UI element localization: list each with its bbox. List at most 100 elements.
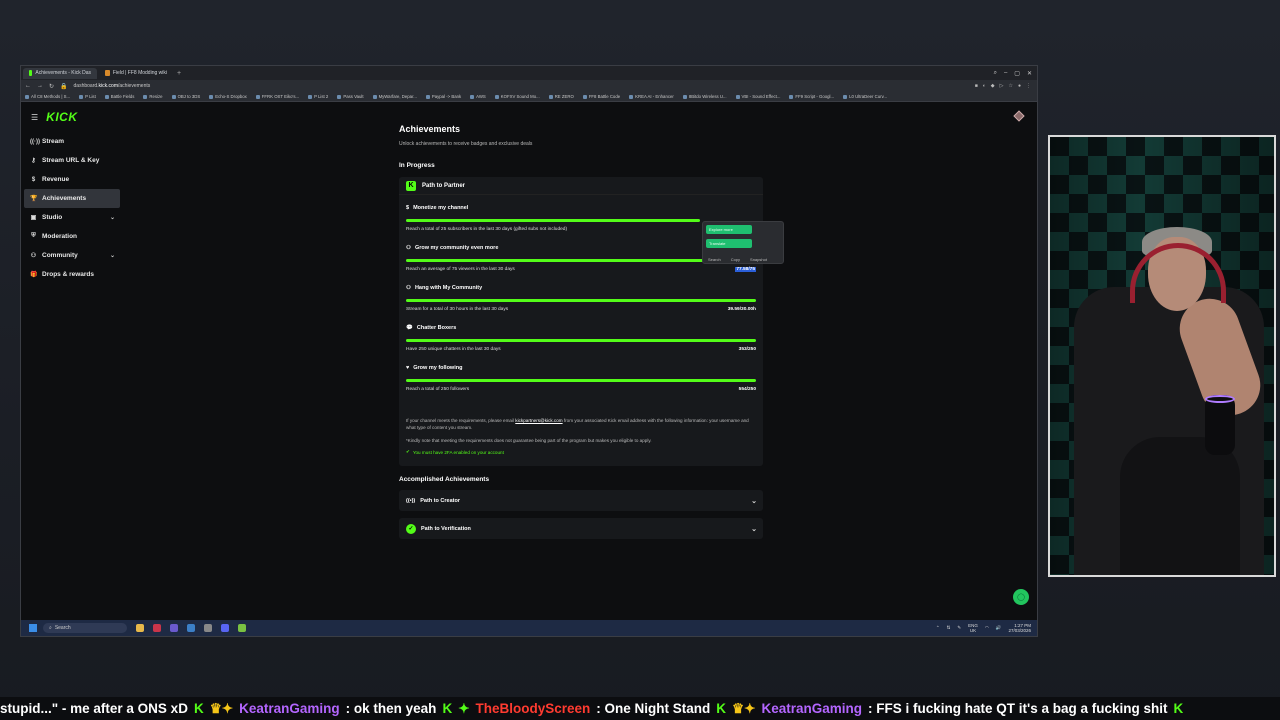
user-avatar[interactable] <box>1013 110 1025 122</box>
sparkle-icon: ✦ <box>458 700 470 716</box>
maximize-icon[interactable]: ▢ <box>1014 70 1020 77</box>
in-progress-heading: In Progress <box>399 162 435 169</box>
sidebar-item-stream-url-key[interactable]: ⚷ Stream URL & Key <box>24 151 120 170</box>
goal-detail-row: Reach a total of 250 followers 554/250 <box>406 387 756 392</box>
popup-snapshot-button[interactable]: Snapshot <box>750 257 767 262</box>
dollar-icon: $ <box>31 176 36 183</box>
bookmark-item[interactable]: Battle Fields <box>104 94 134 99</box>
kick-logo[interactable]: KICK <box>46 110 77 124</box>
date: 27/03/2026 <box>1008 628 1031 633</box>
steam-icon[interactable] <box>187 624 195 632</box>
extension-icon[interactable]: ▷ <box>1000 83 1004 89</box>
sidebar-item-stream[interactable]: ((·)) Stream <box>24 132 120 151</box>
windows-start-icon[interactable] <box>29 624 37 632</box>
search-tabs-icon[interactable]: ⌕ <box>994 70 997 77</box>
new-tab-icon[interactable]: + <box>177 70 181 77</box>
sidebar-item-studio[interactable]: ▣ Studio ⌄ <box>24 208 120 227</box>
chevron-down-icon[interactable]: ⌄ <box>110 252 120 259</box>
bookmark-item[interactable]: Echo-S Dropbox <box>209 94 247 99</box>
bookmark-item[interactable]: OBJ to 3DS <box>171 94 200 99</box>
app-icon[interactable] <box>170 624 178 632</box>
menu-dots-icon[interactable]: ⋮ <box>1026 83 1031 89</box>
extension-icon[interactable]: ◐ <box>983 83 986 89</box>
bookmark-star-icon[interactable]: ☆ <box>1008 83 1012 89</box>
accordion-path-to-creator[interactable]: ((•)) Path to Creator ⌄ <box>399 490 763 511</box>
sidebar-item-revenue[interactable]: $ Revenue <box>24 170 120 189</box>
bookmark-item[interactable]: AWS <box>470 94 486 99</box>
bookmark-item[interactable]: FF8 Battle Code <box>582 94 621 99</box>
sidebar-item-drops-rewards[interactable]: 🎁 Drops & rewards <box>24 265 120 284</box>
bookmark-item[interactable]: KOFXV Sound Mo... <box>494 94 540 99</box>
extension-icon[interactable]: ■ <box>975 83 978 89</box>
bookmark-item[interactable]: VBI - Sound Effect... <box>735 94 780 99</box>
file-explorer-icon[interactable] <box>136 624 144 632</box>
bookmark-favicon-icon <box>470 94 475 99</box>
chat-message: : One Night Stand <box>596 701 711 716</box>
bookmark-item[interactable]: P List 2 <box>308 94 328 99</box>
address-bar: ← → ↻ 🔒 dashboard.kick.com/achievements … <box>21 80 1037 92</box>
translate-button[interactable]: Translate <box>706 239 752 248</box>
bookmark-item[interactable]: 8Bitdo Wireless U... <box>682 94 727 99</box>
chevron-up-icon[interactable]: ⌃ <box>936 625 940 631</box>
bookmark-favicon-icon <box>548 94 553 99</box>
bookmark-favicon-icon <box>143 94 148 99</box>
sidebar-item-community[interactable]: ⚇ Community ⌄ <box>24 246 120 265</box>
pen-icon[interactable]: ✎ <box>957 625 961 631</box>
bookmark-item[interactable]: KREA AI - Enhancer <box>629 94 674 99</box>
browser-window: Achievements - Kick Das Field | FF8 Modd… <box>20 65 1038 637</box>
app-icon[interactable] <box>153 624 161 632</box>
accordion-path-to-verification[interactable]: ✓ Path to Verification ⌄ <box>399 518 763 539</box>
goal-description: Reach a total of 25 subscribers in the l… <box>406 227 568 232</box>
app-icon[interactable] <box>204 624 212 632</box>
bookmark-label: FF8 Battle Code <box>588 94 621 99</box>
volume-icon[interactable]: 🔊 <box>996 625 1002 631</box>
chevron-down-icon[interactable]: ⌄ <box>110 214 120 221</box>
language-indicator[interactable]: ENG UK <box>968 623 978 634</box>
clock[interactable]: 1:27 PM 27/03/2026 <box>1008 623 1031 634</box>
disclaimer: *Kindly note that meeting the requiremen… <box>406 438 652 443</box>
profile-icon[interactable]: ● <box>1018 83 1021 89</box>
explore-more-button[interactable]: Explore more <box>706 225 752 234</box>
forward-icon[interactable]: → <box>37 83 43 89</box>
taskbar-search[interactable]: ⌕ Search <box>43 623 127 633</box>
bookmark-favicon-icon <box>171 94 176 99</box>
bookmark-item[interactable]: Pass Vault <box>337 94 364 99</box>
reload-icon[interactable]: ↻ <box>49 83 54 90</box>
goal-progress-bar <box>406 219 700 222</box>
wifi-icon[interactable]: ◠ <box>985 625 989 631</box>
back-icon[interactable]: ← <box>25 83 31 89</box>
sidebar-item-moderation[interactable]: ⛨ Moderation <box>24 227 120 246</box>
bookmark-label: FF9 Script - Googl... <box>795 94 835 99</box>
popup-search-button[interactable]: Search <box>708 257 721 262</box>
app-icon[interactable] <box>221 624 229 632</box>
bookmark-item[interactable]: FF9 Script - Googl... <box>789 94 834 99</box>
bookmark-favicon-icon <box>337 94 342 99</box>
tab-ff8-wiki[interactable]: Field | FF8 Modding wiki <box>99 68 173 79</box>
bookmark-item[interactable]: Resize <box>143 94 163 99</box>
hamburger-menu-icon[interactable]: ☰ <box>31 113 38 122</box>
minimize-icon[interactable]: – <box>1004 70 1007 77</box>
url-field[interactable]: dashboard.kick.com/achievements <box>74 83 151 89</box>
bookmark-item[interactable]: RE ZERO <box>548 94 574 99</box>
network-icon[interactable]: ⇅ <box>947 625 951 631</box>
bookmark-item[interactable]: FFRK OST Eiko's... <box>255 94 299 99</box>
help-chat-button[interactable]: ◯ <box>1013 589 1029 605</box>
crown-badge-icon: ♛✦ <box>732 700 756 716</box>
notepad-icon[interactable] <box>238 624 246 632</box>
popup-copy-button[interactable]: Copy <box>731 257 740 262</box>
close-icon[interactable]: ✕ <box>1027 70 1032 77</box>
kick-emote-icon: K <box>1173 701 1184 716</box>
goal-title: Grow my community even more <box>414 245 499 251</box>
tab-achievements[interactable]: Achievements - Kick Das <box>23 67 97 79</box>
accomplished-heading: Accomplished Achievements <box>399 476 490 483</box>
bookmark-item[interactable]: MyWarfare, Depar... <box>372 94 417 99</box>
bookmark-label: 8Bitdo Wireless U... <box>688 94 727 99</box>
partner-email-link[interactable]: kickpartners@kick.com <box>515 418 562 423</box>
bookmark-favicon-icon <box>209 94 214 99</box>
sidebar-item-achievements[interactable]: 🏆 Achievements <box>24 189 120 208</box>
bookmark-item[interactable]: All C8 Methods | S... <box>25 94 70 99</box>
bookmark-item[interactable]: L0 UltraDeer Curv... <box>843 94 887 99</box>
bookmark-item[interactable]: Paypal -> Bank <box>425 94 461 99</box>
bookmark-item[interactable]: P List <box>79 94 96 99</box>
extension-icon[interactable]: ◆ <box>991 83 995 89</box>
